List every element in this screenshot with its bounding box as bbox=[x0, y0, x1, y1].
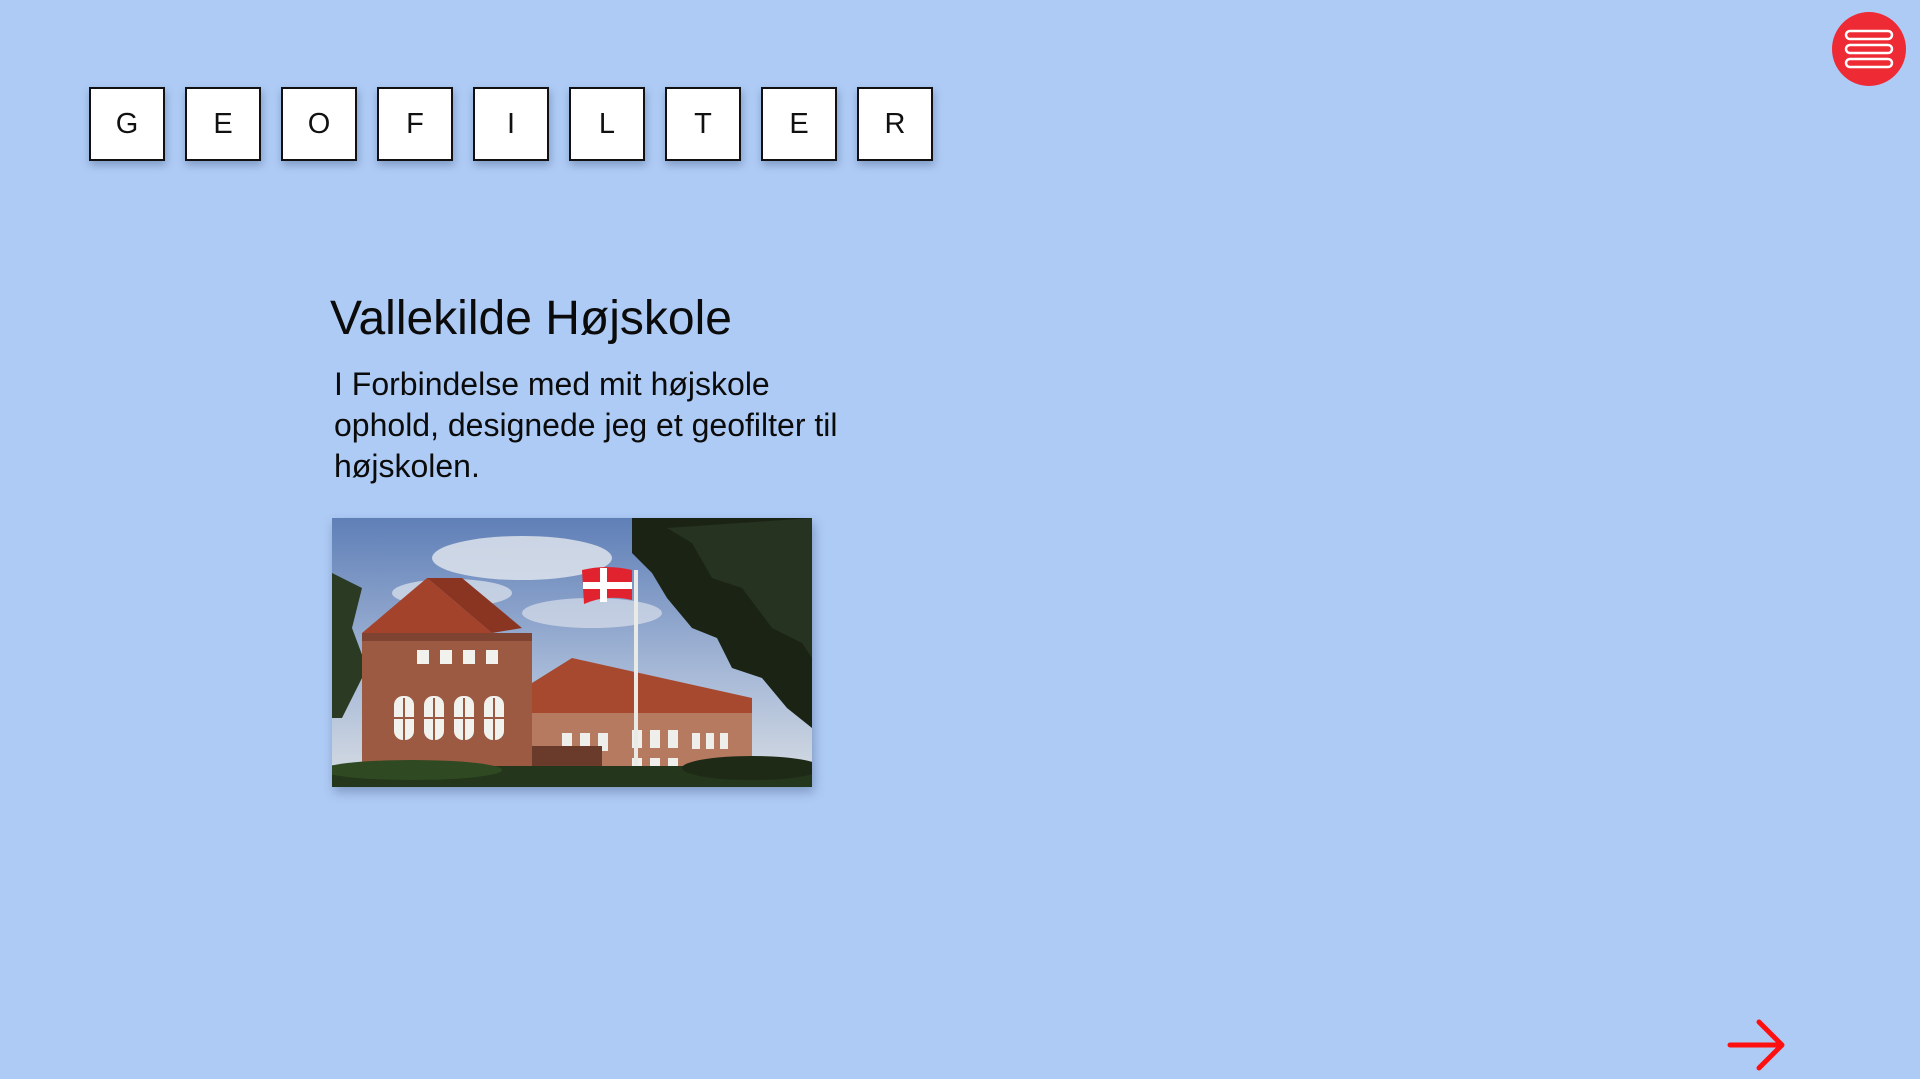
next-page-button[interactable] bbox=[1726, 1016, 1788, 1074]
letter-tile[interactable]: I bbox=[473, 87, 549, 161]
geofilter-letter-tiles: G E O F I L T E R bbox=[89, 87, 933, 161]
project-description: I Forbindelse med mit højskole ophold, d… bbox=[334, 366, 838, 484]
school-building-photo bbox=[332, 518, 812, 787]
letter-tile[interactable]: G bbox=[89, 87, 165, 161]
school-building-image bbox=[332, 518, 812, 787]
letter-tile[interactable]: E bbox=[185, 87, 261, 161]
letter-tile[interactable]: O bbox=[281, 87, 357, 161]
project-title: Vallekilde Højskole bbox=[330, 292, 732, 345]
menu-button[interactable] bbox=[1832, 12, 1906, 86]
hamburger-menu-icon bbox=[1844, 29, 1894, 69]
arrow-right-icon bbox=[1727, 1019, 1785, 1071]
letter-tile[interactable]: E bbox=[761, 87, 837, 161]
letter-tile[interactable]: T bbox=[665, 87, 741, 161]
letter-tile[interactable]: R bbox=[857, 87, 933, 161]
letter-tile[interactable]: F bbox=[377, 87, 453, 161]
letter-tile[interactable]: L bbox=[569, 87, 645, 161]
